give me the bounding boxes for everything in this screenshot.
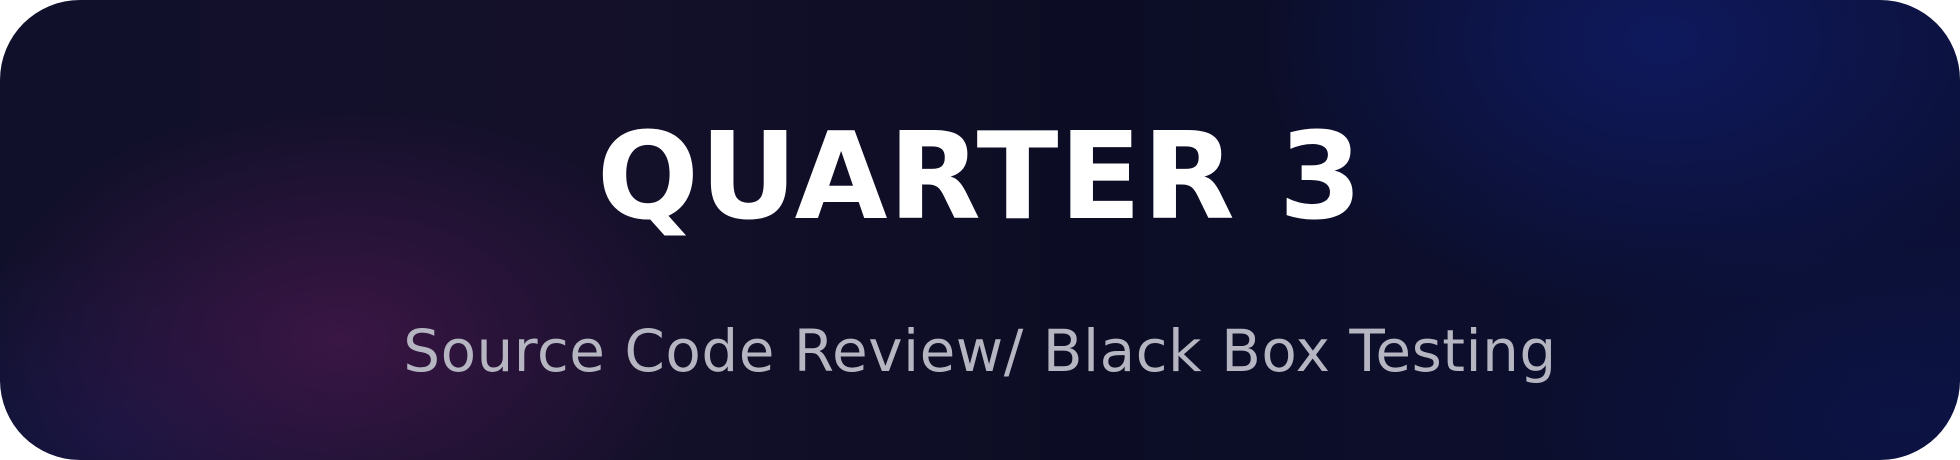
quarter-banner: QUARTER 3 Source Code Review/ Black Box … bbox=[0, 0, 1960, 460]
banner-title: QUARTER 3 bbox=[596, 108, 1364, 247]
banner-subtitle: Source Code Review/ Black Box Testing bbox=[403, 317, 1557, 385]
